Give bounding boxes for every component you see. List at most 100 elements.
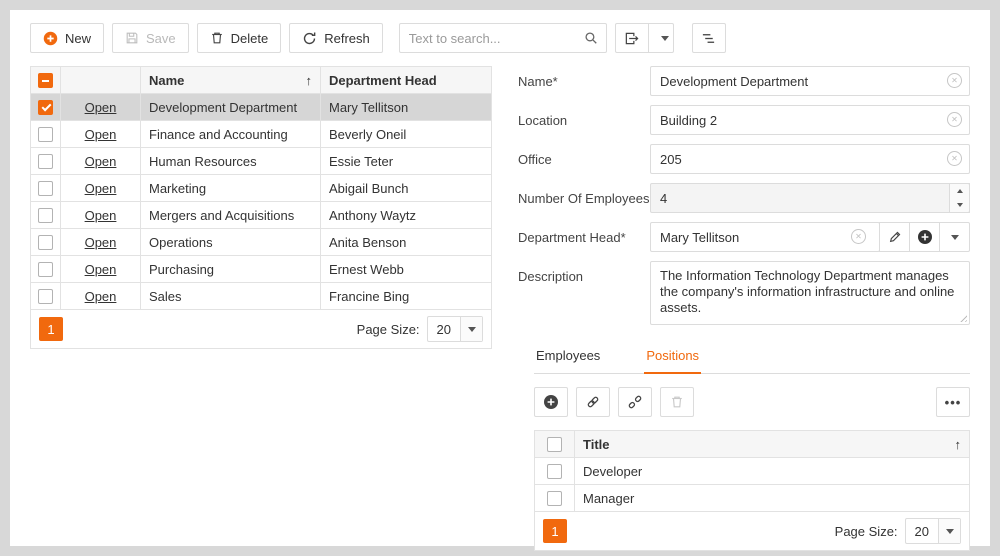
row-checkbox[interactable] xyxy=(547,491,562,506)
chevron-down-icon xyxy=(468,327,476,332)
table-row[interactable]: Open Purchasing Ernest Webb xyxy=(31,256,492,283)
row-checkbox[interactable] xyxy=(38,289,53,304)
add-head-button[interactable] xyxy=(909,222,940,252)
chevron-down-icon xyxy=(661,36,669,41)
number-of-employees-field[interactable] xyxy=(650,183,970,213)
head-cell: Ernest Webb xyxy=(321,256,492,283)
location-field[interactable] xyxy=(650,105,970,135)
clear-icon[interactable] xyxy=(947,151,962,166)
table-row[interactable]: Open Finance and Accounting Beverly Onei… xyxy=(31,121,492,148)
page-size-label: Page Size: xyxy=(835,524,898,539)
table-row[interactable]: Manager xyxy=(535,485,970,512)
row-checkbox[interactable] xyxy=(38,235,53,250)
office-field-label: Office xyxy=(518,144,650,174)
open-link[interactable]: Open xyxy=(85,127,117,142)
page-size-label: Page Size: xyxy=(357,322,420,337)
open-link[interactable]: Open xyxy=(85,208,117,223)
name-column-header[interactable]: Name ↑ xyxy=(141,67,321,94)
head-field-label: Department Head* xyxy=(518,222,650,252)
select-all-checkbox[interactable] xyxy=(38,73,53,88)
title-column-header[interactable]: Title ↑ xyxy=(575,431,970,458)
page-number[interactable]: 1 xyxy=(543,519,567,543)
open-link[interactable]: Open xyxy=(85,100,117,115)
form-row-head: Department Head* xyxy=(518,222,970,252)
app-window: New Save Delete Refresh xyxy=(10,10,990,546)
title-cell: Manager xyxy=(575,485,970,512)
link-button[interactable] xyxy=(576,387,610,417)
row-checkbox[interactable] xyxy=(38,154,53,169)
row-checkbox[interactable] xyxy=(38,262,53,277)
clear-icon[interactable] xyxy=(947,112,962,127)
department-head-column-header[interactable]: Department Head xyxy=(321,67,492,94)
row-checkbox[interactable] xyxy=(547,464,562,479)
delete-position-button[interactable] xyxy=(660,387,694,417)
page-size-select[interactable]: 20 xyxy=(427,316,483,342)
save-button[interactable]: Save xyxy=(112,23,189,53)
row-checkbox[interactable] xyxy=(38,181,53,196)
table-row[interactable]: Open Sales Francine Bing xyxy=(31,283,492,310)
name-header-label: Name xyxy=(149,73,184,88)
chevron-down-icon xyxy=(946,529,954,534)
office-field[interactable] xyxy=(650,144,970,174)
clear-icon[interactable] xyxy=(851,229,866,244)
open-link[interactable]: Open xyxy=(85,154,117,169)
form-row-employees: Number Of Employees xyxy=(518,183,970,213)
content-area: Name ↑ Department Head Open Development … xyxy=(10,63,990,551)
save-icon xyxy=(125,31,139,45)
table-row[interactable]: Open Operations Anita Benson xyxy=(31,229,492,256)
unlink-button[interactable] xyxy=(618,387,652,417)
name-field-label: Name* xyxy=(518,66,650,96)
export-button[interactable] xyxy=(615,23,649,53)
pencil-icon xyxy=(888,230,902,244)
head-cell: Essie Teter xyxy=(321,148,492,175)
row-checkbox[interactable] xyxy=(38,208,53,223)
tab-positions[interactable]: Positions xyxy=(644,341,701,374)
header-row: Title ↑ xyxy=(535,431,970,458)
title-cell: Developer xyxy=(575,458,970,485)
table-row[interactable]: Open Mergers and Acquisitions Anthony Wa… xyxy=(31,202,492,229)
select-all-header[interactable] xyxy=(31,67,61,94)
refresh-button[interactable]: Refresh xyxy=(289,23,383,53)
clear-icon[interactable] xyxy=(947,73,962,88)
page-size-select[interactable]: 20 xyxy=(905,518,961,544)
head-cell: Abigail Bunch xyxy=(321,175,492,202)
more-options-button[interactable]: ••• xyxy=(936,387,970,417)
spin-down-icon[interactable] xyxy=(950,198,969,212)
number-spinner xyxy=(949,183,970,213)
main-toolbar: New Save Delete Refresh xyxy=(10,10,990,63)
detail-tabs: Employees Positions xyxy=(534,341,970,374)
row-checkbox[interactable] xyxy=(38,100,53,115)
row-checkbox[interactable] xyxy=(38,127,53,142)
tab-employees[interactable]: Employees xyxy=(534,341,602,373)
name-field[interactable] xyxy=(650,66,970,96)
table-row[interactable]: Open Marketing Abigail Bunch xyxy=(31,175,492,202)
department-head-field[interactable] xyxy=(650,222,880,252)
open-link[interactable]: Open xyxy=(85,262,117,277)
name-cell: Marketing xyxy=(141,175,321,202)
head-cell: Francine Bing xyxy=(321,283,492,310)
edit-head-button[interactable] xyxy=(879,222,910,252)
table-row[interactable]: Developer xyxy=(535,458,970,485)
new-button[interactable]: New xyxy=(30,23,104,53)
column-chooser-button[interactable] xyxy=(692,23,726,53)
detail-pager: 1 Page Size: 20 xyxy=(534,512,970,551)
head-cell: Anita Benson xyxy=(321,229,492,256)
description-field[interactable]: The Information Technology Department ma… xyxy=(650,261,970,325)
select-all-checkbox[interactable] xyxy=(547,437,562,452)
open-link[interactable]: Open xyxy=(85,289,117,304)
page-number[interactable]: 1 xyxy=(39,317,63,341)
delete-button[interactable]: Delete xyxy=(197,23,282,53)
table-row[interactable]: Open Development Department Mary Tellits… xyxy=(31,94,492,121)
head-dropdown-button[interactable] xyxy=(939,222,970,252)
new-button-label: New xyxy=(65,31,91,46)
refresh-button-label: Refresh xyxy=(324,31,370,46)
export-dropdown-button[interactable] xyxy=(648,23,674,53)
description-field-label: Description xyxy=(518,261,650,325)
add-position-button[interactable] xyxy=(534,387,568,417)
table-row[interactable]: Open Human Resources Essie Teter xyxy=(31,148,492,175)
spin-up-icon[interactable] xyxy=(950,184,969,198)
open-link[interactable]: Open xyxy=(85,181,117,196)
select-all-header[interactable] xyxy=(535,431,575,458)
open-link[interactable]: Open xyxy=(85,235,117,250)
search-icon[interactable] xyxy=(576,24,606,52)
